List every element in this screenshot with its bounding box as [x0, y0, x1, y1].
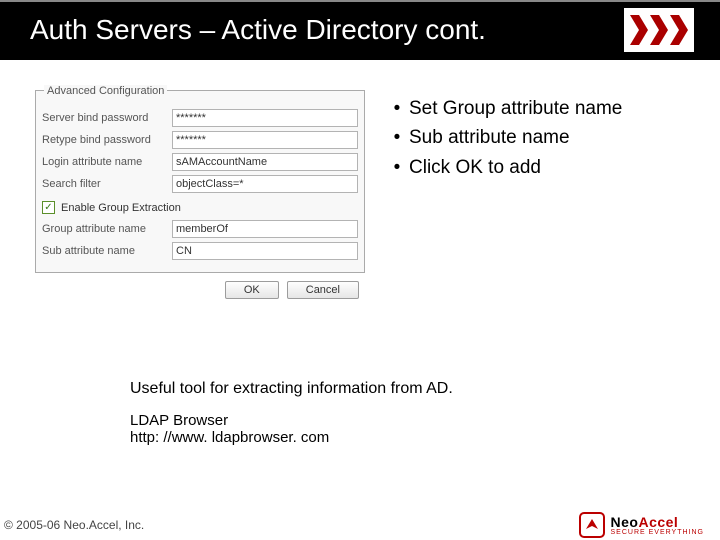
config-form: Advanced Configuration Server bind passw…: [35, 90, 365, 299]
copyright: © 2005-06 Neo.Accel, Inc.: [4, 518, 144, 532]
input-bind-password[interactable]: [172, 109, 358, 127]
label-login-attr: Login attribute name: [42, 156, 172, 168]
row-search-filter: Search filter: [42, 175, 358, 193]
row-retype-password: Retype bind password: [42, 131, 358, 149]
footer: © 2005-06 Neo.Accel, Inc. NeoAccel SECUR…: [0, 514, 720, 540]
label-bind-password: Server bind password: [42, 112, 172, 124]
label-sub-attr: Sub attribute name: [42, 245, 172, 257]
page-title: Auth Servers – Active Directory cont.: [0, 14, 486, 46]
bullet-icon: •: [385, 123, 409, 152]
row-login-attr: Login attribute name: [42, 153, 358, 171]
list-item: •Click OK to add: [385, 153, 622, 182]
input-login-attr[interactable]: [172, 153, 358, 171]
bullet-list: •Set Group attribute name •Sub attribute…: [385, 90, 622, 182]
cancel-button[interactable]: Cancel: [287, 281, 359, 299]
label-search-filter: Search filter: [42, 178, 172, 190]
logo-mark-icon: [579, 512, 605, 538]
input-search-filter[interactable]: [172, 175, 358, 193]
checkbox-enable-group[interactable]: ✓: [42, 201, 55, 214]
row-group-attr: Group attribute name: [42, 220, 358, 238]
note-heading: Useful tool for extracting information f…: [130, 380, 453, 398]
row-sub-attr: Sub attribute name: [42, 242, 358, 260]
note-block: Useful tool for extracting information f…: [130, 380, 453, 446]
label-enable-group: Enable Group Extraction: [61, 202, 181, 214]
logo-name: NeoAccel: [611, 515, 705, 529]
logo: NeoAccel SECURE EVERYTHING: [579, 512, 705, 538]
chevron-right-icon: [670, 15, 688, 45]
input-retype-password[interactable]: [172, 131, 358, 149]
list-item: •Set Group attribute name: [385, 94, 622, 123]
input-group-attr[interactable]: [172, 220, 358, 238]
bullet-icon: •: [385, 94, 409, 123]
row-enable-group: ✓ Enable Group Extraction: [42, 201, 358, 214]
bullet-icon: •: [385, 153, 409, 182]
chevron-right-icon: [650, 15, 668, 45]
note-tool: LDAP Browser: [130, 412, 453, 429]
chevron-right-icon: [630, 15, 648, 45]
list-item: •Sub attribute name: [385, 123, 622, 152]
ok-button[interactable]: OK: [225, 281, 279, 299]
logo-tagline: SECURE EVERYTHING: [611, 529, 705, 536]
note-url: http: //www. ldapbrowser. com: [130, 429, 453, 446]
label-group-attr: Group attribute name: [42, 223, 172, 235]
title-bar: Auth Servers – Active Directory cont.: [0, 0, 720, 60]
fieldset-legend: Advanced Configuration: [44, 85, 167, 97]
label-retype-password: Retype bind password: [42, 134, 172, 146]
chevron-decoration: [624, 8, 694, 52]
row-bind-password: Server bind password: [42, 109, 358, 127]
input-sub-attr[interactable]: [172, 242, 358, 260]
